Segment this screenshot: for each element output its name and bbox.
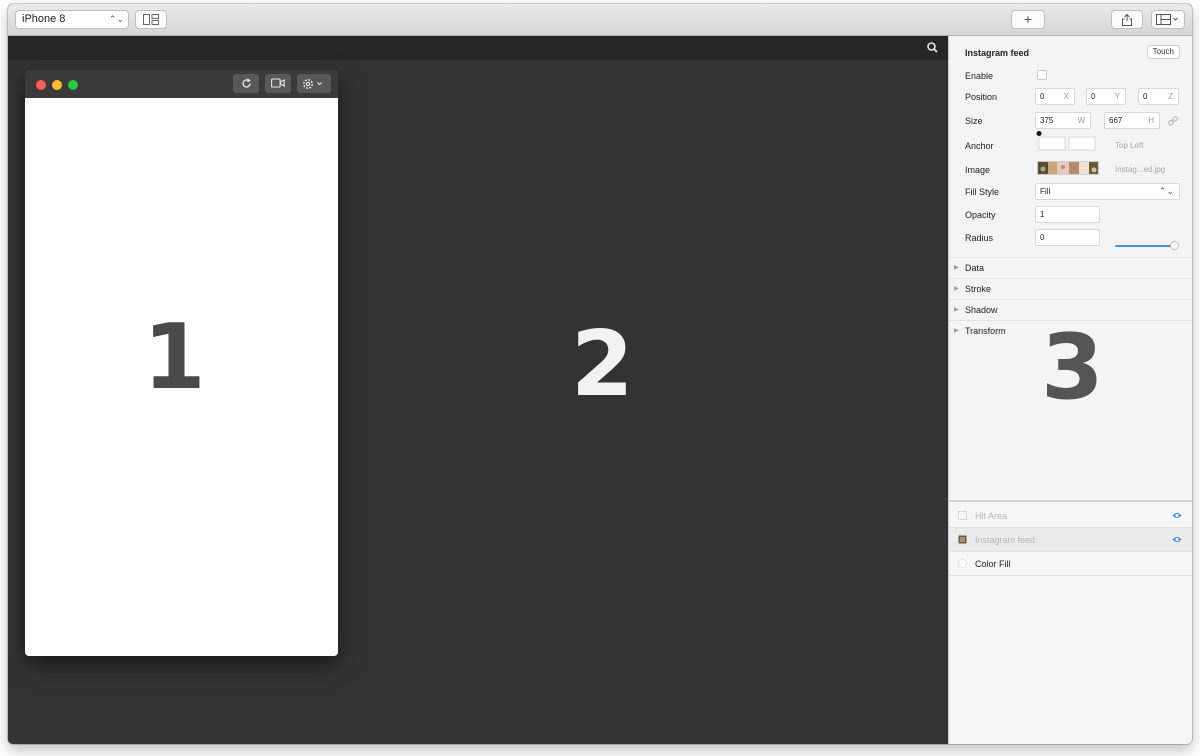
section-shadow-label: Shadow — [965, 305, 998, 315]
device-select-value: iPhone 8 — [22, 13, 66, 25]
device-screen[interactable]: 1 — [25, 98, 338, 656]
view-options-button[interactable] — [1151, 10, 1185, 29]
layout-toggle-button[interactable] — [135, 10, 167, 29]
position-x-field[interactable]: 0 X — [1035, 88, 1075, 105]
size-width-field[interactable]: 375 W — [1035, 112, 1091, 129]
record-button[interactable] — [265, 74, 291, 93]
size-height-value: 667 — [1109, 116, 1123, 125]
select-arrows-icon: ⌃⌄ — [1158, 186, 1174, 196]
select-arrows-icon: ⌃⌄ — [108, 14, 124, 24]
radius-label: Radius — [965, 233, 994, 243]
image-filename: Instag...ed.jpg — [1115, 165, 1166, 174]
opacity-label: Opacity — [965, 210, 996, 220]
preview-titlebar — [25, 70, 338, 98]
canvas-header-bar — [8, 36, 948, 60]
radius-field[interactable]: 0 — [1035, 229, 1100, 246]
image-label: Image — [965, 165, 991, 175]
layer-row-instagram-feed[interactable]: Instagram feed — [949, 528, 1192, 552]
disclosure-triangle-icon: ▶ — [954, 307, 959, 313]
color-swatch-icon — [958, 559, 967, 568]
size-width-unit: W — [1077, 116, 1085, 125]
anchor-value: Top Left — [1115, 141, 1144, 150]
position-label: Position — [965, 92, 998, 102]
eye-icon[interactable] — [1172, 512, 1182, 519]
toolbar: iPhone 8 ⌃⌄ + — [8, 4, 1192, 36]
app-window: iPhone 8 ⌃⌄ + 1 2 Instagram feed Touch E… — [8, 4, 1192, 744]
share-button[interactable] — [1111, 10, 1143, 29]
enable-label: Enable — [965, 71, 994, 81]
position-z-value: 0 — [1143, 92, 1148, 101]
fill-style-value: Fill — [1040, 187, 1051, 196]
opacity-slider-handle[interactable] — [1170, 241, 1179, 250]
size-height-field[interactable]: 667 H — [1104, 112, 1160, 129]
minimize-button[interactable] — [52, 80, 62, 90]
section-stroke[interactable]: ▶ Stroke — [949, 278, 1192, 299]
layers-list: Hit Area Instagram feed Color Fill — [949, 500, 1192, 744]
panel-layout-icon — [143, 14, 159, 25]
position-x-unit: X — [1063, 92, 1069, 101]
preview-settings-button[interactable] — [297, 74, 331, 93]
hit-area-icon — [958, 511, 967, 520]
section-data[interactable]: ▶ Data — [949, 257, 1192, 278]
region-label-2: 2 — [571, 312, 634, 417]
position-x-value: 0 — [1040, 92, 1045, 101]
layer-name: Color Fill — [975, 559, 1011, 569]
enable-checkbox[interactable] — [1037, 70, 1047, 80]
disclosure-triangle-icon: ▶ — [954, 265, 959, 271]
disclosure-triangle-icon: ▶ — [954, 328, 959, 334]
position-y-value: 0 — [1091, 92, 1096, 101]
inspector-panel: Instagram feed Touch Enable Position 0 X… — [948, 36, 1192, 744]
link-icon[interactable] — [1168, 116, 1178, 126]
anchor-label: Anchor — [965, 141, 994, 151]
device-select[interactable]: iPhone 8 ⌃⌄ — [15, 10, 129, 29]
position-z-unit: Z — [1168, 92, 1173, 101]
position-y-unit: Y — [1114, 92, 1120, 101]
region-label-1: 1 — [143, 305, 206, 410]
image-preview-icon — [1038, 162, 1098, 174]
image-thumbnail[interactable] — [1037, 161, 1099, 175]
layer-row-hit-area[interactable]: Hit Area — [949, 504, 1192, 528]
layer-title: Instagram feed — [965, 48, 1030, 58]
search-icon[interactable] — [927, 42, 938, 53]
opacity-slider-track[interactable] — [1115, 245, 1173, 247]
view-layout-chevron-icon — [1156, 14, 1178, 25]
anchor-picker[interactable] — [1036, 131, 1098, 153]
opacity-field[interactable]: 1 — [1035, 206, 1100, 223]
size-height-unit: H — [1148, 116, 1154, 125]
disclosure-triangle-icon: ▶ — [954, 286, 959, 292]
video-camera-icon — [271, 78, 285, 88]
anchor-grid-icon — [1036, 131, 1096, 151]
share-icon — [1122, 14, 1132, 26]
position-z-field[interactable]: 0 Z — [1138, 88, 1179, 105]
position-y-field[interactable]: 0 Y — [1086, 88, 1126, 105]
layer-name: Hit Area — [975, 511, 1008, 521]
touch-button[interactable]: Touch — [1146, 45, 1180, 59]
section-transform-label: Transform — [965, 326, 1006, 336]
radius-value: 0 — [1040, 233, 1045, 242]
reload-icon — [241, 78, 251, 88]
reload-button[interactable] — [233, 74, 259, 93]
canvas-area[interactable]: 1 2 — [8, 36, 948, 744]
size-width-value: 375 — [1040, 116, 1054, 125]
device-preview-window: 1 — [25, 70, 338, 656]
section-stroke-label: Stroke — [965, 284, 992, 294]
layer-row-color-fill[interactable]: Color Fill — [949, 552, 1192, 576]
gear-chevron-icon — [303, 79, 322, 89]
size-label: Size — [965, 116, 983, 126]
fill-style-label: Fill Style — [965, 187, 1000, 197]
fill-style-select[interactable]: Fill ⌃⌄ — [1035, 183, 1180, 200]
close-button[interactable] — [36, 80, 46, 90]
plus-icon: + — [1023, 11, 1033, 27]
add-button[interactable]: + — [1011, 10, 1045, 29]
zoom-button[interactable] — [68, 80, 78, 90]
section-data-label: Data — [965, 263, 985, 273]
layer-name: Instagram feed — [975, 535, 1036, 545]
image-layer-icon — [958, 535, 967, 544]
region-label-3: 3 — [1041, 315, 1104, 420]
opacity-value: 1 — [1040, 210, 1045, 219]
eye-icon[interactable] — [1172, 536, 1182, 543]
